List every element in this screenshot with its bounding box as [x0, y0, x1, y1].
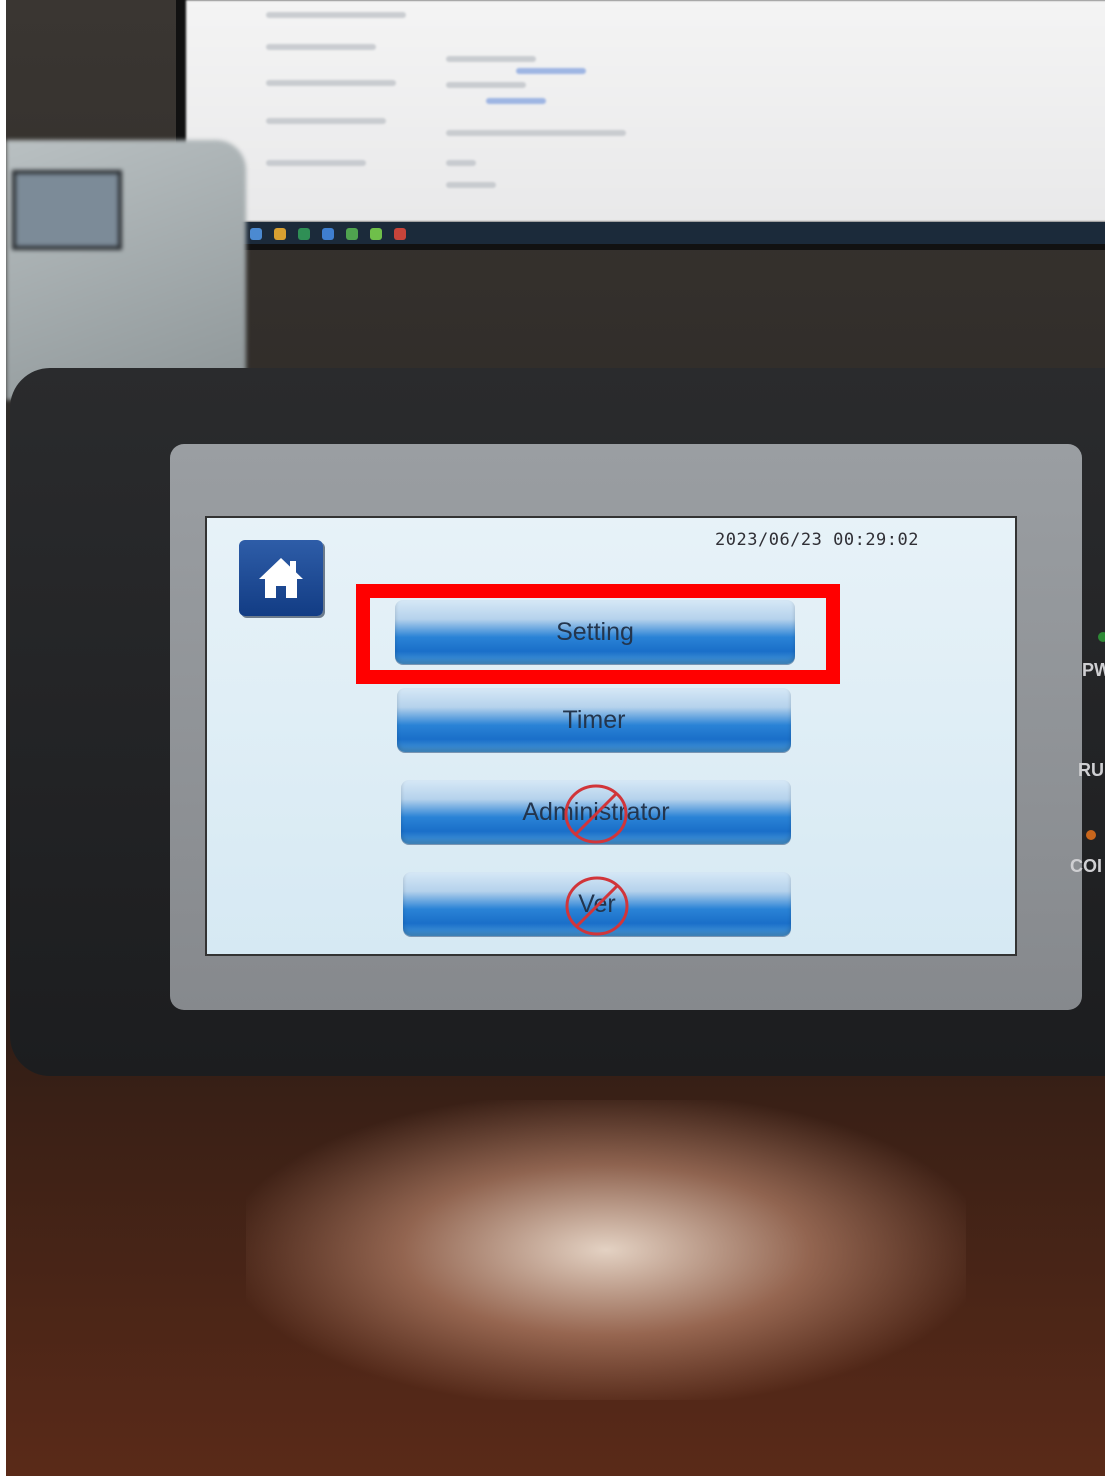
indicator-label-run: RU: [1078, 760, 1104, 780]
highlight-box-setting: [356, 584, 840, 684]
home-icon: [256, 555, 306, 601]
monitor-screen: [186, 0, 1105, 222]
touch-screen: 2023/06/23 00:29:02 Setting Timer Admini…: [205, 516, 1017, 956]
timer-button[interactable]: Timer: [397, 688, 791, 752]
administrator-button[interactable]: Administrator: [401, 780, 791, 844]
timer-label: Timer: [562, 706, 626, 734]
indicator-label-com: COI: [1070, 856, 1103, 876]
background-monitor: [176, 0, 1105, 250]
indicator-label-pw: PW: [1082, 660, 1105, 680]
home-button[interactable]: [239, 540, 323, 616]
datetime-display: 2023/06/23 00:29:02: [715, 530, 919, 550]
prohibited-icon: [562, 874, 632, 938]
desk-reflection: [246, 1100, 966, 1400]
prohibited-icon: [561, 782, 631, 846]
ver-button[interactable]: Ver: [403, 872, 791, 936]
com-led: [1086, 830, 1096, 840]
background-desk-phone: [6, 140, 246, 400]
power-led: [1098, 632, 1105, 642]
monitor-taskbar: [186, 222, 1105, 244]
